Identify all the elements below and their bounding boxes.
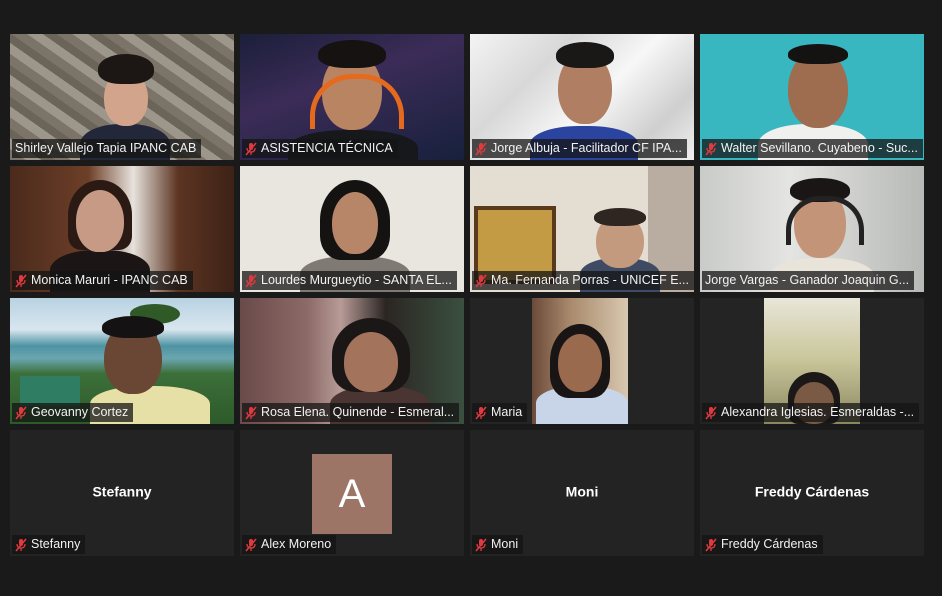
- participant-name: Geovanny Cortez: [31, 405, 129, 419]
- participant-name: Shirley Vallejo Tapia IPANC CAB: [15, 141, 197, 155]
- participant-name: Stefanny: [31, 537, 81, 551]
- mic-muted-icon: [475, 405, 487, 420]
- participant-name-label: Rosa Elena. Quinende - Esmeral...: [242, 403, 460, 422]
- mic-muted-icon: [245, 273, 257, 288]
- participant-tile-video-off[interactable]: A Alex Moreno: [240, 430, 464, 556]
- participant-name-label: Walter Sevillano. Cuyabeno - Suc...: [702, 139, 923, 158]
- participant-tile[interactable]: Ma. Fernanda Porras - UNICEF E...: [470, 166, 694, 292]
- participant-tile[interactable]: Maria: [470, 298, 694, 424]
- participant-tile[interactable]: Jorge Albuja - Facilitador CF IPA...: [470, 34, 694, 160]
- mic-muted-icon: [15, 537, 27, 552]
- participant-tile-active-speaker[interactable]: Jorge Vargas - Ganador Joaquin G...: [700, 166, 924, 292]
- avatar: A: [312, 454, 392, 534]
- participant-name: Alex Moreno: [261, 537, 332, 551]
- video-grid: Shirley Vallejo Tapia IPANC CAB ASISTENC…: [0, 0, 942, 596]
- mic-muted-icon: [245, 537, 257, 552]
- participant-name-label: Alexandra Iglesias. Esmeraldas -...: [702, 403, 920, 422]
- participant-name: Walter Sevillano. Cuyabeno - Suc...: [721, 141, 918, 155]
- participant-name-label: Freddy Cárdenas: [702, 535, 823, 554]
- mic-muted-icon: [245, 405, 257, 420]
- participant-name: ASISTENCIA TÉCNICA: [261, 141, 393, 155]
- participant-tile-video-off[interactable]: Moni Moni: [470, 430, 694, 556]
- participant-name-label: Ma. Fernanda Porras - UNICEF E...: [472, 271, 694, 290]
- participant-name-label: Jorge Albuja - Facilitador CF IPA...: [472, 139, 687, 158]
- participant-name-label: Stefanny: [12, 535, 86, 554]
- participant-name: Monica Maruri - IPANC CAB: [31, 273, 188, 287]
- participant-name: Freddy Cárdenas: [721, 537, 818, 551]
- mic-muted-icon: [705, 537, 717, 552]
- participant-name: Jorge Vargas - Ganador Joaquin G...: [705, 273, 910, 287]
- participant-tile[interactable]: Walter Sevillano. Cuyabeno - Suc...: [700, 34, 924, 160]
- mic-muted-icon: [475, 273, 487, 288]
- participant-display-name: Freddy Cárdenas: [754, 483, 870, 500]
- participant-tile[interactable]: Rosa Elena. Quinende - Esmeral...: [240, 298, 464, 424]
- participant-name-label: Lourdes Murgueytio - SANTA EL...: [242, 271, 457, 290]
- participant-display-name: Stefanny: [92, 483, 152, 500]
- participant-tile[interactable]: Geovanny Cortez: [10, 298, 234, 424]
- participant-name: Maria: [491, 405, 523, 419]
- participant-display-name: Moni: [565, 483, 599, 500]
- participant-name-label: Moni: [472, 535, 524, 554]
- participant-name-label: Alex Moreno: [242, 535, 337, 554]
- participant-tile[interactable]: Lourdes Murgueytio - SANTA EL...: [240, 166, 464, 292]
- participant-tile[interactable]: Shirley Vallejo Tapia IPANC CAB: [10, 34, 234, 160]
- mic-muted-icon: [705, 405, 717, 420]
- participant-name: Moni: [491, 537, 519, 551]
- participant-name: Jorge Albuja - Facilitador CF IPA...: [491, 141, 682, 155]
- mic-muted-icon: [475, 537, 487, 552]
- participant-name: Lourdes Murgueytio - SANTA EL...: [261, 273, 452, 287]
- participant-name-label: Monica Maruri - IPANC CAB: [12, 271, 193, 290]
- mic-muted-icon: [245, 141, 257, 156]
- mic-muted-icon: [15, 405, 27, 420]
- participant-name-label: Shirley Vallejo Tapia IPANC CAB: [12, 139, 202, 158]
- participant-name-label: ASISTENCIA TÉCNICA: [242, 139, 398, 158]
- participant-tile[interactable]: Monica Maruri - IPANC CAB: [10, 166, 234, 292]
- mic-muted-icon: [475, 141, 487, 156]
- participant-name: Ma. Fernanda Porras - UNICEF E...: [491, 273, 689, 287]
- mic-muted-icon: [15, 273, 27, 288]
- participant-name-label: Geovanny Cortez: [12, 403, 134, 422]
- participant-name-label: Maria: [472, 403, 528, 422]
- participant-tile[interactable]: Alexandra Iglesias. Esmeraldas -...: [700, 298, 924, 424]
- participant-name: Rosa Elena. Quinende - Esmeral...: [261, 405, 455, 419]
- participant-name-label: Jorge Vargas - Ganador Joaquin G...: [702, 271, 915, 290]
- participant-tile-video-off[interactable]: Stefanny Stefanny: [10, 430, 234, 556]
- mic-muted-icon: [705, 141, 717, 156]
- participant-tile-video-off[interactable]: Freddy Cárdenas Freddy Cárdenas: [700, 430, 924, 556]
- participant-name: Alexandra Iglesias. Esmeraldas -...: [721, 405, 915, 419]
- participant-tile[interactable]: ASISTENCIA TÉCNICA: [240, 34, 464, 160]
